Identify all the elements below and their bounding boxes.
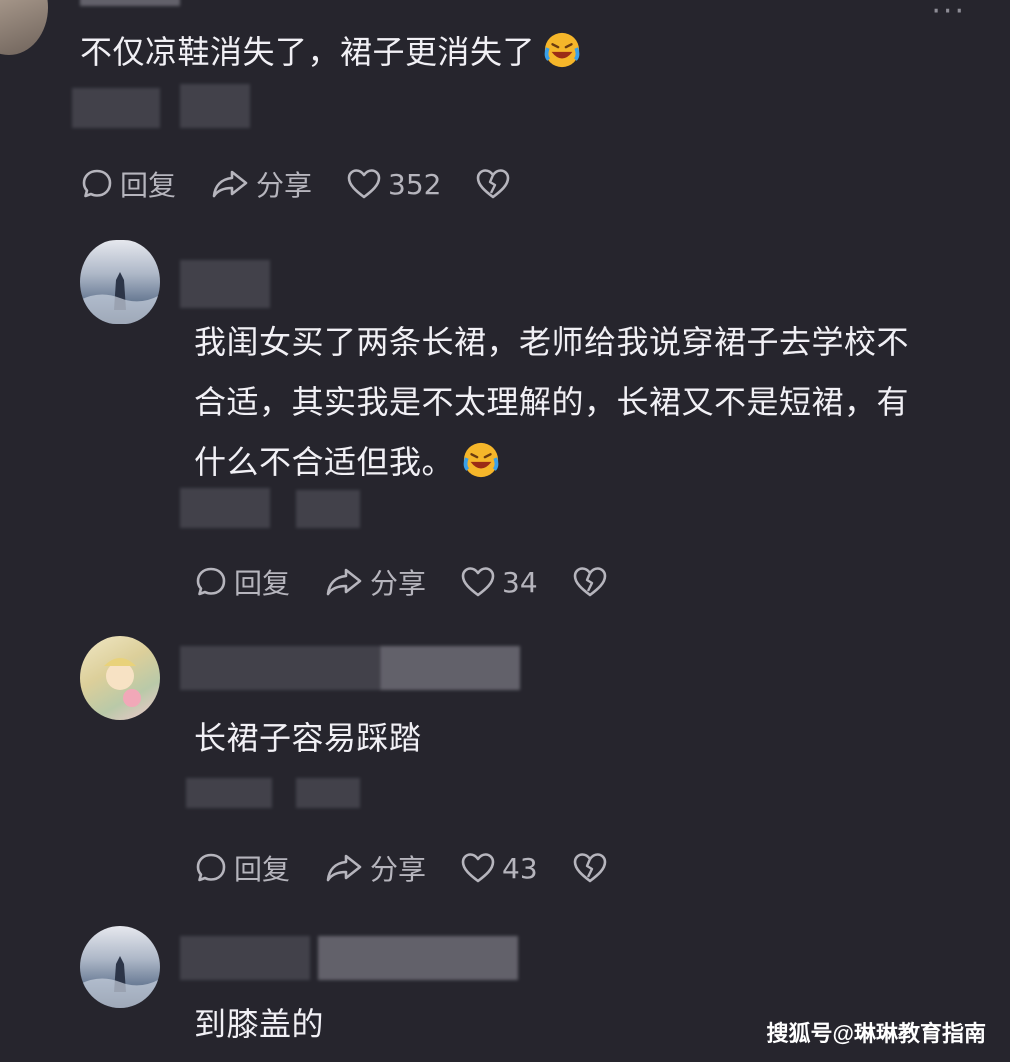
heart-icon — [461, 853, 495, 883]
share-button[interactable]: 分享 — [324, 562, 426, 602]
meta-blur — [296, 490, 360, 528]
username-blur — [180, 260, 270, 308]
meta-blur — [180, 488, 270, 528]
meta-blur — [180, 84, 250, 128]
like-button[interactable]: 34 — [460, 565, 538, 599]
dislike-button[interactable] — [572, 565, 614, 599]
comment-bubble-icon — [82, 169, 112, 198]
comment-text: 长裙子容易踩踏 — [194, 719, 422, 757]
heart-icon — [461, 567, 495, 597]
comment-text: 我闺女买了两条长裙，老师给我说穿裙子去学校不 合适，其实我是不太理解的，长裙又不… — [194, 323, 910, 481]
avatar[interactable] — [80, 240, 160, 324]
share-button[interactable]: 分享 — [324, 848, 426, 888]
like-button[interactable]: 43 — [460, 851, 538, 885]
like-button[interactable]: 352 — [346, 167, 441, 201]
avatar-figure — [80, 272, 160, 324]
comment-text: 到膝盖的 — [194, 1005, 325, 1043]
comment-actions: 回复 分享 352 — [80, 164, 551, 204]
comment-actions: 回复 分享 43 — [194, 848, 648, 888]
avatar-figure — [80, 956, 160, 1008]
username-blur — [180, 936, 310, 980]
dislike-button[interactable] — [475, 167, 517, 201]
meta-blur — [186, 778, 272, 808]
comment-text: 不仅凉鞋消失了，裙子更消失了 — [80, 22, 581, 82]
heart-icon — [347, 169, 381, 199]
meta-blur — [72, 88, 160, 128]
watermark: 搜狐号@琳琳教育指南 — [766, 1021, 986, 1046]
avatar[interactable] — [80, 926, 160, 1008]
meta-blur — [296, 778, 360, 808]
username-blur — [80, 0, 180, 6]
username-blur — [318, 936, 518, 980]
dislike-button[interactable] — [572, 851, 614, 885]
comment-actions: 回复 分享 34 — [194, 562, 648, 602]
reply-button[interactable]: 回复 — [194, 562, 290, 602]
avatar[interactable] — [80, 636, 160, 720]
username-blur — [180, 646, 380, 690]
comment-bubble-icon — [196, 853, 226, 882]
reply-button[interactable]: 回复 — [194, 848, 290, 888]
share-button[interactable]: 分享 — [210, 164, 312, 204]
avatar-figure — [104, 658, 141, 707]
broken-heart-icon — [477, 169, 510, 199]
laughing-crying-emoji — [544, 32, 580, 68]
broken-heart-icon — [573, 853, 606, 883]
share-arrow-icon — [326, 854, 362, 882]
avatar[interactable] — [0, 0, 48, 55]
reply-button[interactable]: 回复 — [80, 164, 176, 204]
share-arrow-icon — [326, 568, 362, 596]
laughing-crying-emoji — [463, 442, 499, 478]
share-arrow-icon — [212, 170, 248, 198]
username-blur — [380, 646, 520, 690]
broken-heart-icon — [573, 567, 606, 597]
comment-bubble-icon — [196, 567, 226, 596]
more-options-icon[interactable]: ··· — [931, 0, 966, 29]
